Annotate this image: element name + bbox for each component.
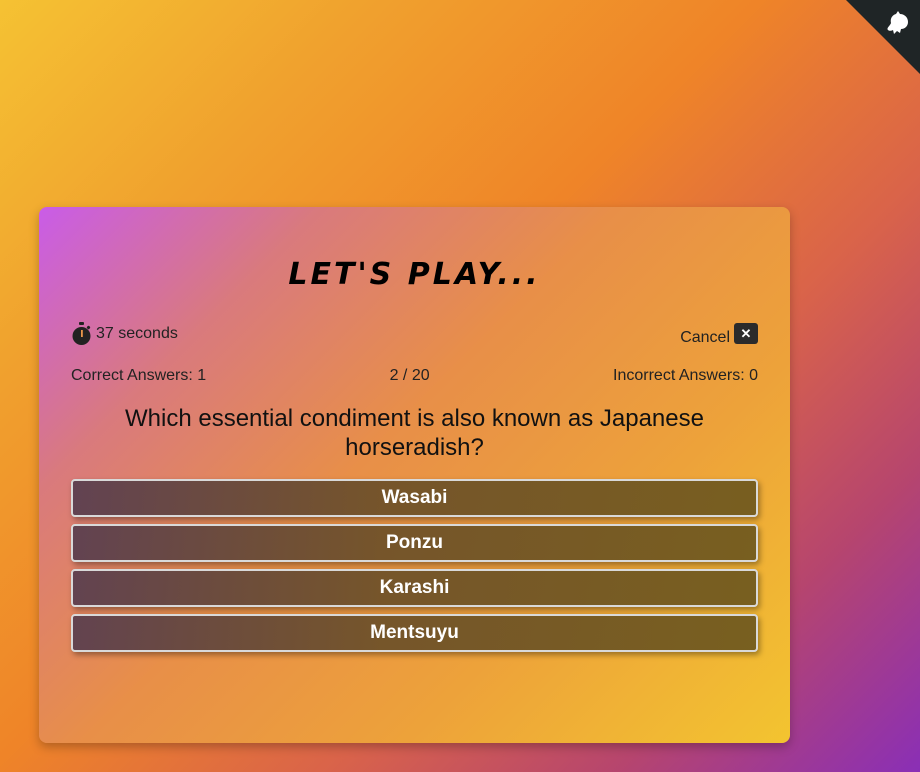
close-icon[interactable]: ✕ <box>734 323 758 344</box>
quiz-card: LET'S PLAY... 37 seconds Cancel ✕ Correc… <box>39 207 790 743</box>
octocat-icon[interactable] <box>882 8 914 40</box>
question-progress: 2 / 20 <box>389 367 430 384</box>
answer-list: Wasabi Ponzu Karashi Mentsuyu <box>71 479 758 652</box>
answer-button[interactable]: Mentsuyu <box>71 614 758 652</box>
cancel-label: Cancel <box>680 329 730 346</box>
answer-button[interactable]: Wasabi <box>71 479 758 517</box>
correct-answers: Correct Answers: 1 <box>71 367 207 384</box>
page-title: LET'S PLAY... <box>288 257 541 292</box>
answer-button[interactable]: Ponzu <box>71 524 758 562</box>
cancel-button[interactable]: Cancel ✕ <box>680 323 758 347</box>
question-text: Which essential condiment is also known … <box>125 405 704 461</box>
timer-text: 37 seconds <box>96 325 178 342</box>
incorrect-answers: Incorrect Answers: 0 <box>613 367 758 384</box>
stopwatch-icon <box>72 322 91 345</box>
answer-button[interactable]: Karashi <box>71 569 758 607</box>
timer: 37 seconds <box>71 322 178 346</box>
score-bar: Correct Answers: 1 2 / 20 Incorrect Answ… <box>71 367 758 385</box>
